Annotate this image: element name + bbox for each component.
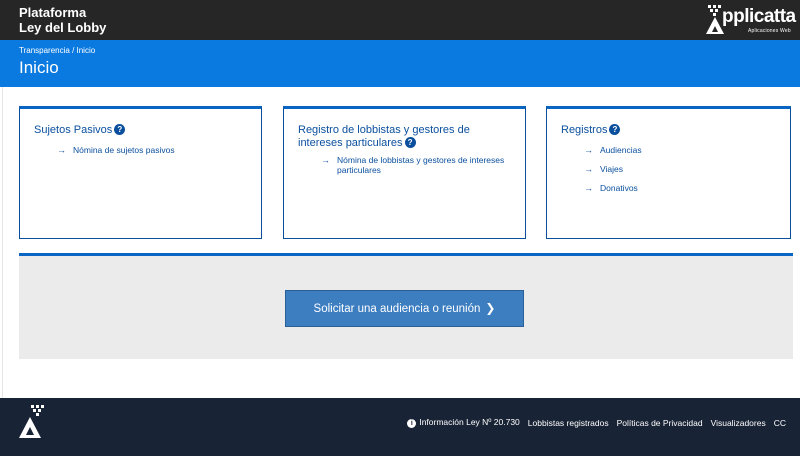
info-icon: i [407,419,417,428]
arrow-right-icon: → [584,164,593,174]
link-label: Viajes [600,164,623,174]
platform-title-line2: Ley del Lobby [19,20,107,35]
link-nomina-lobbistas[interactable]: → Nómina de lobbistas y gestores de inte… [321,155,511,175]
card-link-list: → Audiencias → Viajes → Donativos [584,145,642,202]
footer-logo-icon[interactable] [17,404,49,440]
breadcrumb[interactable]: Transparencia / Inicio [19,46,95,55]
solicitar-audiencia-button[interactable]: Solicitar una audiencia o reunión ❯ [285,290,524,327]
page-title: Inicio [19,58,59,77]
main-content: Sujetos Pasivos? → Nómina de sujetos pas… [2,87,800,398]
cta-label: Solicitar una audiencia o reunión [313,303,481,315]
help-icon[interactable]: ? [114,124,126,135]
footer-link-lobbistas-registrados[interactable]: Lobbistas registrados [528,418,609,428]
arrow-right-icon: → [57,145,66,155]
arrow-right-icon: → [321,155,330,165]
link-label: Audiencias [600,145,642,155]
platform-title-line1: Plataforma [19,5,87,20]
footer-link-visualizadores[interactable]: Visualizadores [711,418,766,428]
applicatta-logo[interactable]: pplicatta Aplicaciones Web [704,4,796,36]
link-audiencias[interactable]: → Audiencias [584,145,642,155]
page-header: Transparencia / Inicio Inicio [0,40,800,87]
card-title-text: Registro de lobbistas y gestores de inte… [298,124,470,149]
link-donativos[interactable]: → Donativos [584,183,642,193]
card-link-list: → Nómina de lobbistas y gestores de inte… [321,155,511,184]
arrow-right-icon: → [584,183,593,193]
top-bar: Plataforma Ley del Lobby pplicatta Aplic… [0,0,800,40]
card-registros: Registros? → Audiencias → Viajes → Donat… [546,106,791,239]
card-title-text: Sujetos Pasivos [34,124,113,136]
footer-link-cc[interactable]: CC [774,418,786,428]
card-registro-lobbistas: Registro de lobbistas y gestores de inte… [283,106,526,239]
help-icon[interactable]: ? [609,124,621,135]
card-sujetos-pasivos: Sujetos Pasivos? → Nómina de sujetos pas… [19,106,262,239]
link-nomina-sujetos-pasivos[interactable]: → Nómina de sujetos pasivos [57,145,175,155]
card-title: Registro de lobbistas y gestores de inte… [298,124,508,150]
footer: i Información Ley Nº 20.730 Lobbistas reg… [0,398,800,456]
help-icon[interactable]: ? [404,137,416,148]
platform-title[interactable]: Plataforma Ley del Lobby [19,5,106,35]
logo-wordmark: pplicatta [722,6,796,27]
footer-link-politicas-privacidad[interactable]: Políticas de Privacidad [617,418,703,428]
arrow-right-icon: → [584,145,593,155]
link-label: Nómina de lobbistas y gestores de intere… [337,155,505,175]
footer-link-informacion-ley[interactable]: i Información Ley Nº 20.730 [407,417,520,428]
link-viajes[interactable]: → Viajes [584,164,642,174]
card-title: Registros? [561,124,621,137]
card-title-text: Registros [561,124,608,136]
cta-panel: Solicitar una audiencia o reunión ❯ [19,253,793,359]
link-label: Donativos [600,183,638,193]
card-link-list: → Nómina de sujetos pasivos [57,145,175,164]
footer-link-label: Información Ley Nº 20.730 [419,417,520,427]
chevron-right-icon: ❯ [485,301,496,315]
logo-tagline: Aplicaciones Web [748,28,791,34]
footer-links: i Información Ley Nº 20.730 Lobbistas reg… [407,417,786,428]
link-label: Nómina de sujetos pasivos [73,145,175,155]
card-title: Sujetos Pasivos? [34,124,126,137]
